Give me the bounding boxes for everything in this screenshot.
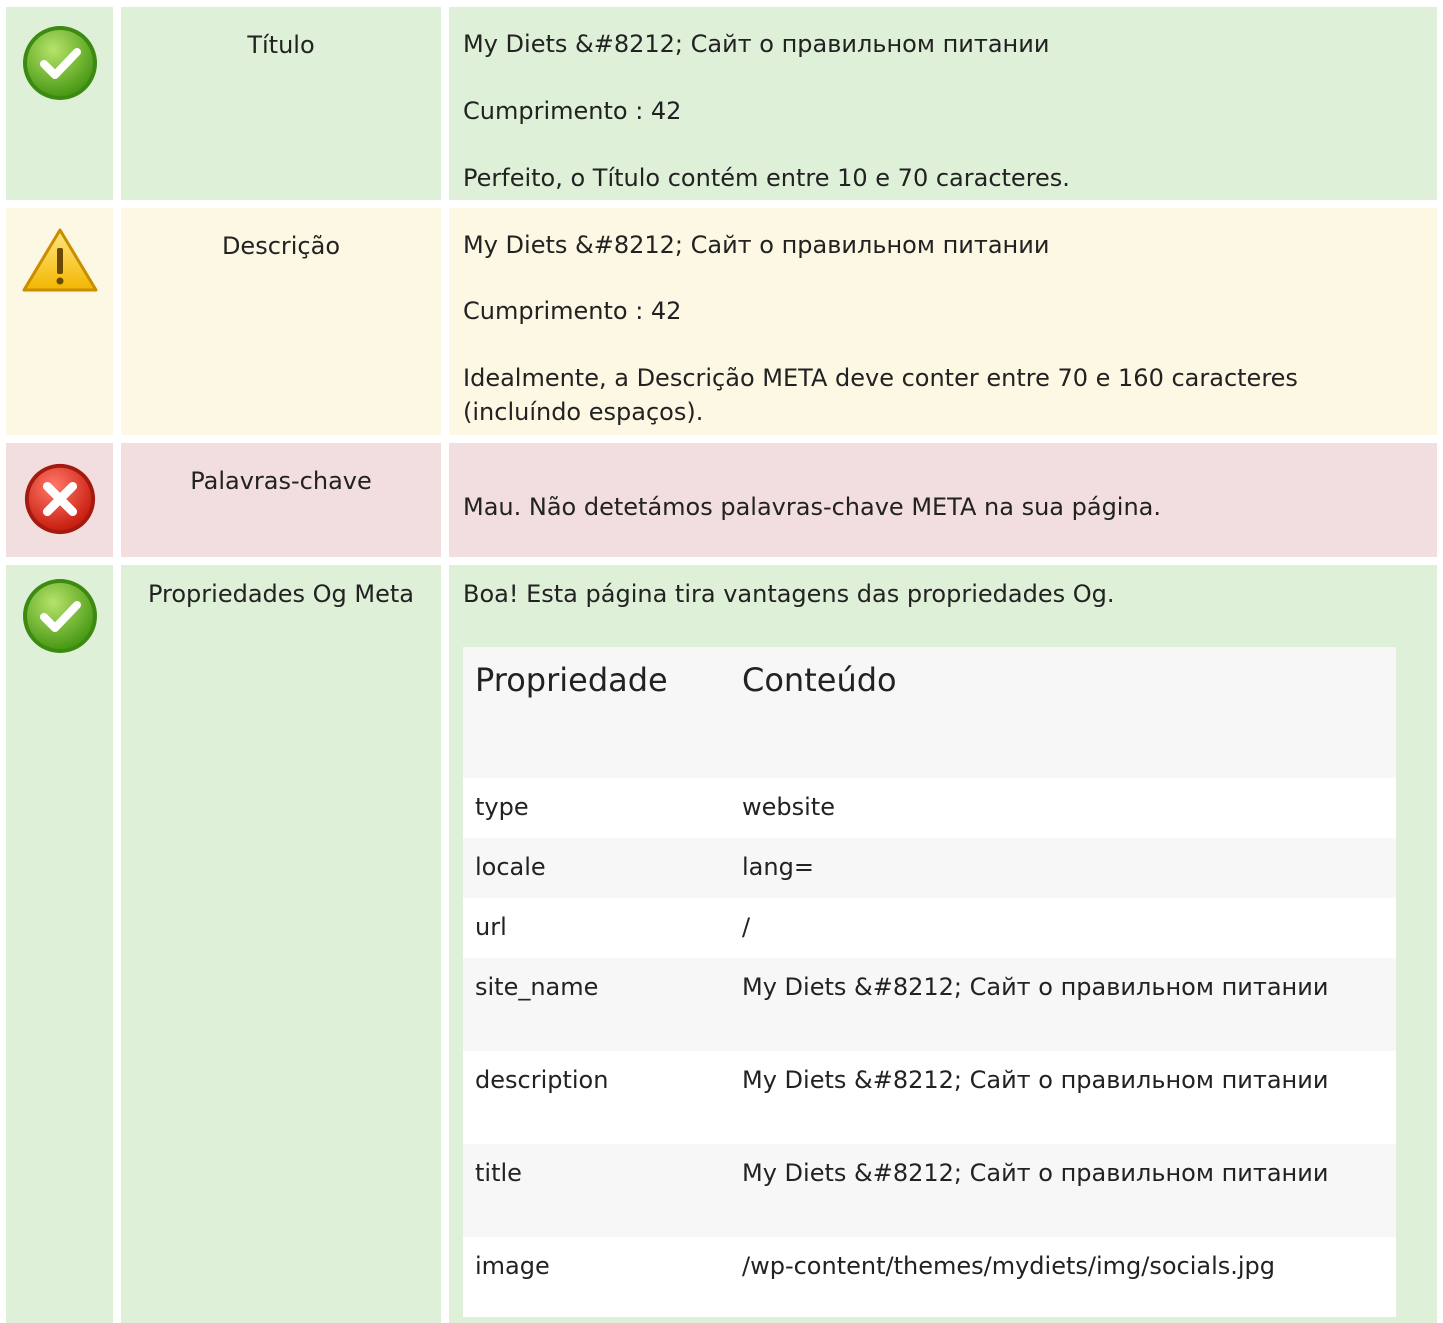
check-circle-icon (20, 23, 100, 103)
description-text: My Diets &#8212; Сайт о правильном питан… (463, 231, 1050, 259)
warning-triangle-icon (20, 226, 100, 306)
table-row: image /wp-content/themes/mydiets/img/soc… (463, 1237, 1396, 1317)
property-value: lang= (742, 853, 814, 881)
column-header-property: Propriedade (475, 661, 668, 699)
row-content: Boa! Esta página tira vantagens das prop… (449, 565, 1437, 1323)
row-label: Propriedades Og Meta (121, 565, 441, 1323)
title-verdict: Perfeito, o Título contém entre 10 e 70 … (463, 164, 1070, 192)
table-row: site_name My Diets &#8212; Сайт о правил… (463, 958, 1396, 1051)
property-key: title (475, 1159, 522, 1187)
column-header-content: Conteúdo (742, 661, 897, 699)
row-label: Descrição (121, 208, 441, 435)
status-cell (6, 443, 113, 557)
property-key: description (475, 1066, 609, 1094)
check-circle-icon (20, 576, 100, 656)
error-x-circle-icon (21, 460, 101, 540)
row-content: My Diets &#8212; Сайт о правильном питан… (449, 208, 1437, 435)
description-length: Cumprimento : 42 (463, 297, 682, 325)
report-row-og-meta: Propriedades Og Meta Boa! Esta página ti… (0, 565, 1443, 1323)
status-cell (6, 7, 113, 200)
property-key: image (475, 1252, 550, 1280)
description-verdict: Idealmente, a Descrição META deve conter… (463, 364, 1298, 426)
table-row: type website (463, 778, 1396, 838)
status-cell (6, 208, 113, 435)
row-label: Título (121, 7, 441, 200)
property-value: My Diets &#8212; Сайт о правильном питан… (742, 1159, 1329, 1187)
seo-report: Título My Diets &#8212; Сайт о правильно… (0, 0, 1443, 1323)
report-row-description: Descrição My Diets &#8212; Сайт о правил… (0, 208, 1443, 435)
report-row-keywords: Palavras-chave Mau. Não detetámos palavr… (0, 443, 1443, 557)
property-value: website (742, 793, 835, 821)
row-label: Palavras-chave (121, 443, 441, 557)
table-row: locale lang= (463, 838, 1396, 898)
property-key: site_name (475, 973, 599, 1001)
property-value: My Diets &#8212; Сайт о правильном питан… (742, 973, 1329, 1001)
property-value: /wp-content/themes/mydiets/img/socials.j… (742, 1252, 1276, 1280)
title-length: Cumprimento : 42 (463, 97, 682, 125)
property-key: type (475, 793, 529, 821)
status-cell (6, 565, 113, 1323)
table-row: description My Diets &#8212; Сайт о прав… (463, 1051, 1396, 1144)
property-value: / (742, 913, 751, 941)
property-key: locale (475, 853, 546, 881)
og-verdict: Boa! Esta página tira vantagens das prop… (463, 580, 1115, 608)
table-row: url / (463, 898, 1396, 958)
table-row: title My Diets &#8212; Сайт о правильном… (463, 1144, 1396, 1237)
report-row-title: Título My Diets &#8212; Сайт о правильно… (0, 7, 1443, 200)
title-text: My Diets &#8212; Сайт о правильном питан… (463, 30, 1050, 58)
og-properties-table: Propriedade Conteúdo type website locale… (463, 647, 1396, 1317)
row-content: My Diets &#8212; Сайт о правильном питан… (449, 7, 1437, 200)
property-value: My Diets &#8212; Сайт о правильном питан… (742, 1066, 1329, 1094)
property-key: url (475, 913, 507, 941)
row-content: Mau. Não detetámos palavras-chave META n… (449, 443, 1437, 557)
keywords-verdict: Mau. Não detetámos palavras-chave META n… (463, 493, 1162, 521)
table-header: Propriedade Conteúdo (463, 647, 1396, 778)
